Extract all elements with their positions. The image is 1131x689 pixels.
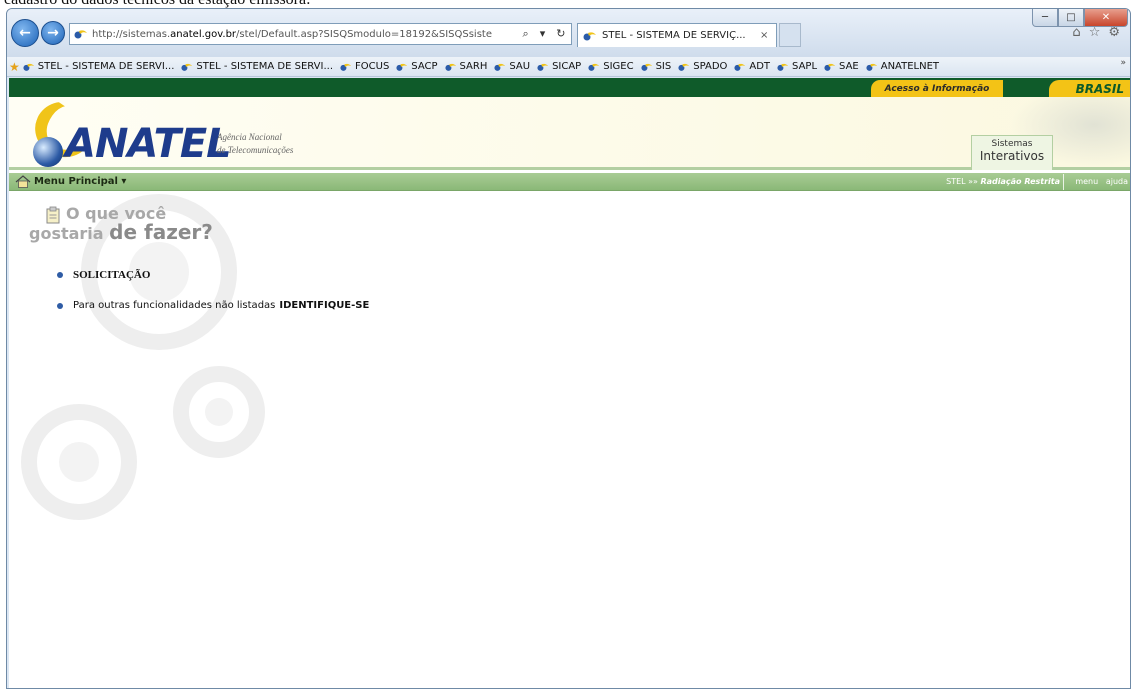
favorite-item[interactable]: ANATELNET <box>866 61 939 72</box>
identifique-se-option: Para outras funcionalidades não listadas… <box>57 300 369 311</box>
more-favorites-icon[interactable]: » <box>1120 58 1126 68</box>
anatel-favicon <box>340 63 352 71</box>
anatel-favicon <box>734 63 746 71</box>
brasil-link[interactable]: BRASIL <box>1049 80 1130 97</box>
new-tab-button[interactable] <box>779 23 801 47</box>
favorites-bar: ★ STEL - SISTEMA DE SERVI... STEL - SISTE… <box>7 57 1130 77</box>
breadcrumb: STEL »» Radiação Restrita <box>946 177 1060 186</box>
anatel-favicon <box>396 63 408 71</box>
anatel-favicon <box>494 63 506 71</box>
anatel-favicon <box>74 30 87 39</box>
anatel-favicon <box>181 63 193 71</box>
favorite-item[interactable]: SAPL <box>777 61 817 72</box>
ajuda-link[interactable]: ajuda <box>1106 177 1128 186</box>
anatel-favicon <box>824 63 836 71</box>
anatel-favicon <box>588 63 600 71</box>
favorite-item[interactable]: SAU <box>494 61 530 72</box>
browser-tab[interactable]: STEL - SISTEMA DE SERVIÇ... × <box>577 23 777 47</box>
favorite-item[interactable]: SAE <box>824 61 859 72</box>
anatel-favicon <box>678 63 690 71</box>
agency-name: Agência Nacional de Telecomunicações <box>217 132 294 155</box>
menu-principal-dropdown[interactable]: Menu Principal ▾ <box>34 176 126 187</box>
favorite-item[interactable]: FOCUS <box>340 61 389 72</box>
logo-globe-icon <box>33 137 63 167</box>
anatel-favicon <box>866 63 877 71</box>
question-line-2: gostaria de fazer? <box>29 220 213 244</box>
address-bar[interactable]: http://sistemas.anatel.gov.br/stel/Defau… <box>69 23 572 45</box>
anatel-favicon <box>583 31 596 40</box>
favorite-item[interactable]: SICAP <box>537 61 581 72</box>
favorite-item[interactable]: SACP <box>396 61 438 72</box>
gears-watermark <box>21 194 265 520</box>
favorite-item[interactable]: SIS <box>641 61 671 72</box>
anatel-favicon <box>23 63 34 71</box>
anatel-favicon <box>444 63 456 71</box>
close-tab-icon[interactable]: × <box>760 30 776 41</box>
forward-button[interactable]: → <box>41 21 65 45</box>
sistemas-interativos-tab[interactable]: Sistemas Interativos <box>971 135 1053 170</box>
minimize-button[interactable]: ─ <box>1032 9 1058 27</box>
search-icon[interactable]: ⌕ <box>523 27 529 41</box>
browser-toolbar: ← → http://sistemas.anatel.gov.br/stel/D… <box>7 9 1130 57</box>
favorite-item[interactable]: STEL - SISTEMA DE SERVI... <box>23 61 174 72</box>
solicitacao-option[interactable]: SOLICITAÇÃO <box>57 269 150 281</box>
menu-bar: Menu Principal ▾ STEL »» Radiação Restri… <box>9 173 1130 191</box>
anatel-favicon <box>537 63 549 71</box>
address-url: http://sistemas.anatel.gov.br/stel/Defau… <box>92 28 492 40</box>
home-icon[interactable] <box>15 175 31 188</box>
maximize-button[interactable]: □ <box>1058 9 1084 27</box>
bullet-icon <box>57 302 63 309</box>
favorite-item[interactable]: SIGEC <box>588 61 634 72</box>
identifique-se-link[interactable]: IDENTIFIQUE-SE <box>279 300 369 311</box>
site-header: ANATEL Agência Nacional de Telecomunicaç… <box>9 93 1130 170</box>
close-window-button[interactable]: ✕ <box>1084 9 1128 27</box>
settings-gear-icon[interactable]: ⚙ <box>1108 25 1120 40</box>
main-content: O que você gostaria de fazer? SOLICITAÇÃ… <box>9 192 1130 688</box>
favorites-add-icon[interactable]: ★ <box>9 60 20 74</box>
back-button[interactable]: ← <box>11 19 39 47</box>
browser-window: ← → http://sistemas.anatel.gov.br/stel/D… <box>6 8 1131 689</box>
home-icon[interactable]: ⌂ <box>1072 25 1080 40</box>
favorite-item[interactable]: ADT <box>734 61 770 72</box>
favorite-item[interactable]: SPADO <box>678 61 727 72</box>
anatel-favicon <box>641 63 652 71</box>
anatel-logo[interactable]: ANATEL <box>65 121 232 167</box>
page-content: Acesso à Informação BRASIL ANATEL Agênci… <box>9 78 1130 688</box>
tab-title: STEL - SISTEMA DE SERVIÇ... <box>602 30 746 41</box>
favorites-star-icon[interactable]: ☆ <box>1089 25 1101 40</box>
favorite-item[interactable]: STEL - SISTEMA DE SERVI... <box>181 61 333 72</box>
favorite-item[interactable]: SARH <box>444 61 487 72</box>
refresh-icon[interactable]: ↻ <box>556 27 565 41</box>
acesso-informacao-link[interactable]: Acesso à Informação <box>871 80 1003 97</box>
anatel-favicon <box>777 63 789 71</box>
gov-bar: Acesso à Informação BRASIL <box>9 78 1130 97</box>
dropdown-arrow-icon[interactable]: ▾ <box>540 27 546 41</box>
bullet-icon <box>57 272 63 278</box>
menu-link[interactable]: menu <box>1075 177 1098 186</box>
